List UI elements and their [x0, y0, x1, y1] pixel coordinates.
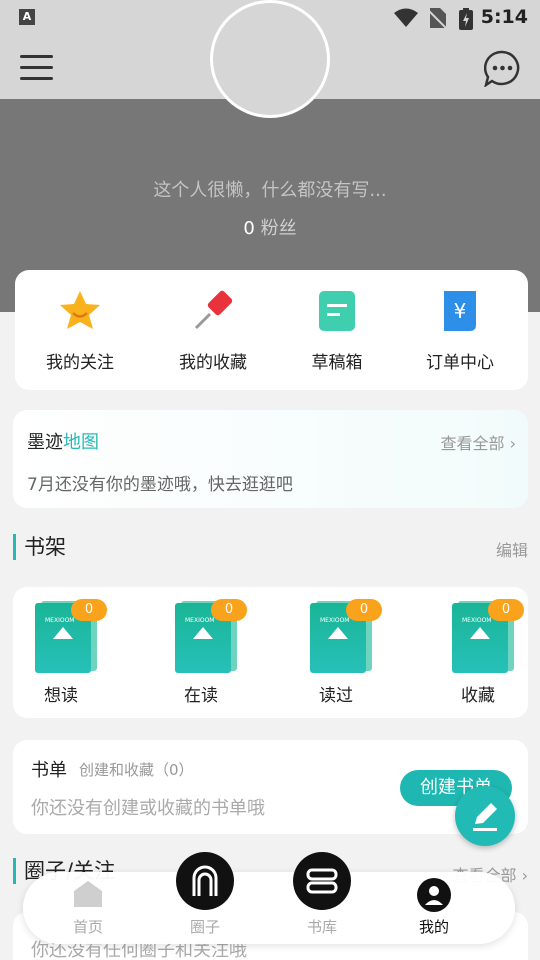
home-icon — [74, 881, 102, 907]
battery-icon — [459, 8, 473, 30]
star-icon — [60, 291, 100, 329]
draft-icon — [319, 291, 355, 331]
shelf-edit-button[interactable]: 编辑 — [496, 537, 528, 561]
shelf-label: 读过 — [319, 686, 353, 706]
tab-profile[interactable]: 我的 — [384, 872, 484, 944]
circle-icon — [192, 865, 218, 896]
view-all-label: 查看全部 — [440, 434, 505, 453]
compose-fab[interactable] — [455, 786, 515, 846]
bookshelf-card: MEXIOOM 0 想读 MEXIOOM 0 在读 MEXIOOM 0 读过 M… — [13, 587, 528, 718]
clock: 5:14 — [480, 6, 528, 28]
mountain-icon — [328, 627, 348, 639]
quick-item-label: 我的关注 — [46, 353, 114, 373]
ink-map-card[interactable]: 墨迹地图 查看全部 › 7月还没有你的墨迹哦，快去逛逛吧 — [13, 410, 528, 508]
pin-icon — [194, 290, 233, 330]
quick-item-drafts[interactable]: 草稿箱 — [282, 288, 392, 373]
ink-map-desc: 7月还没有你的墨迹哦，快去逛逛吧 — [27, 475, 293, 495]
no-sim-icon — [428, 8, 446, 28]
tab-home[interactable]: 首页 — [38, 872, 138, 944]
menu-icon-line — [20, 66, 53, 69]
ink-map-title-a: 墨迹 — [27, 432, 63, 453]
wifi-icon — [394, 8, 418, 27]
profile-icon — [417, 878, 451, 912]
fans-count[interactable]: 0 粉丝 — [0, 214, 540, 240]
booklist-subtitle: 创建和收藏（0） — [79, 761, 194, 779]
chevron-right-icon: › — [509, 434, 516, 453]
count-badge: 0 — [346, 599, 382, 621]
shelf-label: 在读 — [184, 686, 218, 706]
menu-icon — [20, 55, 53, 58]
ink-map-title-b: 地图 — [63, 432, 99, 453]
bottom-tab-bar: 首页 圈子 书库 我的 — [23, 872, 515, 944]
quick-item-orders[interactable]: ¥ 订单中心 — [405, 288, 515, 373]
tab-label: 首页 — [72, 918, 103, 936]
app-notification-icon: A — [19, 9, 35, 25]
fans-number: 0 — [243, 218, 255, 239]
shelf-label: 收藏 — [461, 686, 495, 706]
mountain-icon — [193, 627, 213, 639]
tab-label: 书库 — [306, 918, 337, 936]
chevron-right-icon: › — [521, 866, 528, 885]
svg-text:¥: ¥ — [454, 299, 467, 323]
quick-actions-card: 我的关注 我的收藏 草稿箱 ¥ 订单中心 — [15, 270, 528, 390]
booklist-title: 书单 — [31, 760, 67, 781]
profile-bio: 这个人很懒，什么都没有写... — [153, 180, 387, 201]
shelf-label: 想读 — [44, 686, 78, 706]
library-tab-badge[interactable] — [293, 852, 351, 910]
tab-label: 圈子 — [189, 918, 220, 936]
mountain-icon — [470, 627, 490, 639]
mountain-icon — [53, 627, 73, 639]
library-icon — [306, 868, 338, 894]
book-logo: MEXIOOM — [320, 617, 350, 624]
menu-icon-line — [20, 77, 53, 80]
book-logo: MEXIOOM — [45, 617, 75, 624]
booklist-desc: 你还没有创建或收藏的书单哦 — [31, 798, 265, 819]
pencil-icon — [473, 803, 497, 831]
quick-item-label: 我的收藏 — [179, 353, 247, 373]
avatar[interactable] — [210, 0, 330, 118]
menu-button[interactable] — [20, 53, 53, 81]
ink-map-view-all[interactable]: 查看全部 › — [440, 430, 516, 454]
order-icon: ¥ — [444, 291, 476, 331]
count-badge: 0 — [488, 599, 524, 621]
circle-tab-badge[interactable] — [176, 852, 234, 910]
quick-item-label: 草稿箱 — [311, 353, 363, 373]
book-logo: MEXIOOM — [462, 617, 492, 624]
ink-map-title: 墨迹地图 — [27, 428, 99, 454]
quick-item-label: 订单中心 — [426, 353, 494, 373]
tab-label: 我的 — [418, 918, 449, 936]
count-badge: 0 — [211, 599, 247, 621]
chat-icon[interactable] — [484, 50, 521, 87]
quick-item-favorites[interactable]: 我的收藏 — [158, 288, 268, 373]
quick-item-following[interactable]: 我的关注 — [25, 288, 135, 373]
book-logo: MEXIOOM — [185, 617, 215, 624]
fans-label: 粉丝 — [260, 218, 297, 239]
count-badge: 0 — [71, 599, 107, 621]
shelf-title: 书架 — [13, 534, 66, 560]
